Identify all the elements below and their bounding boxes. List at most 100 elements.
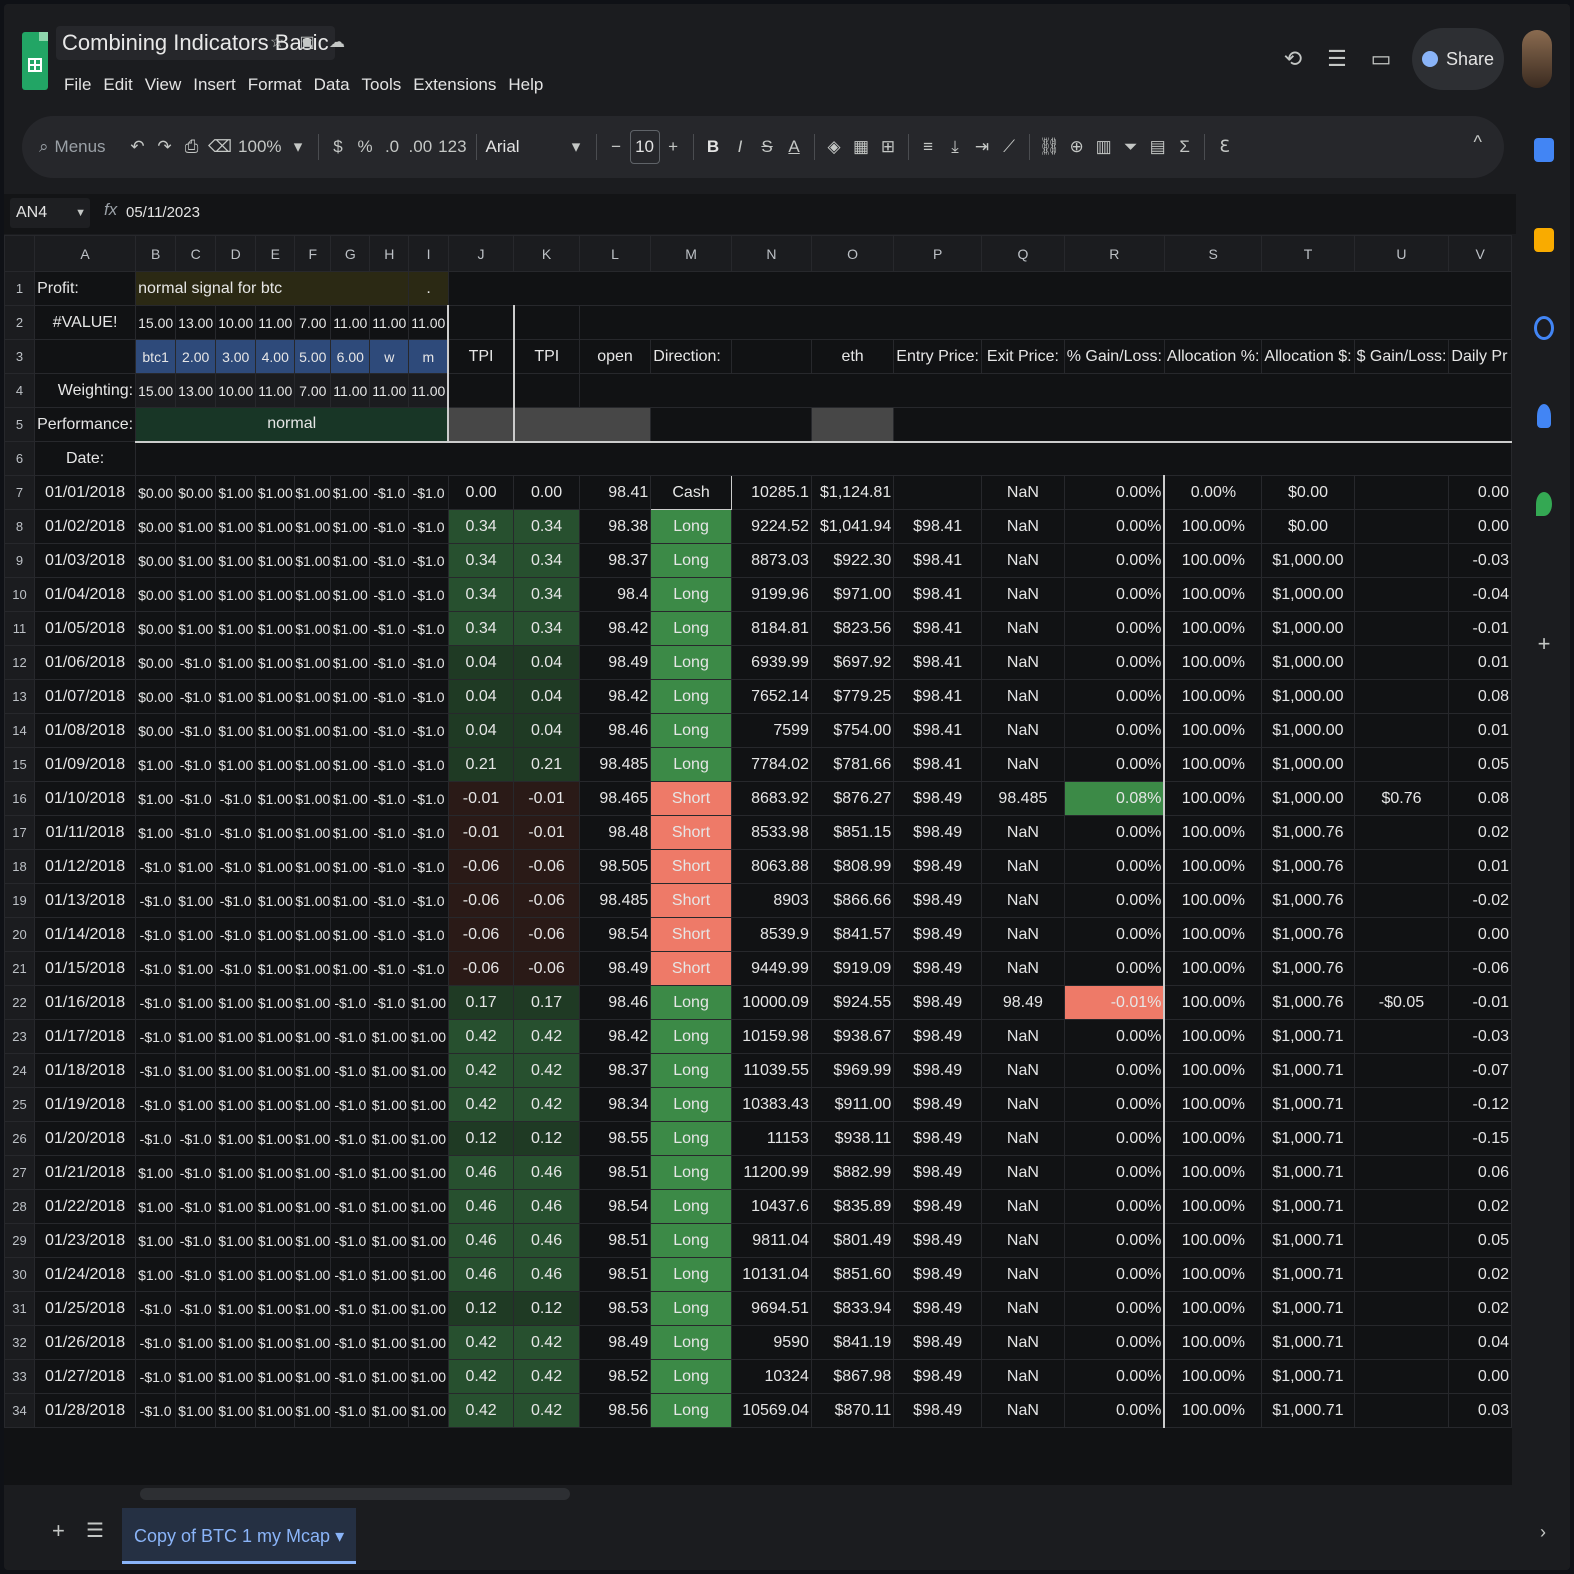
date-cell[interactable]: 01/22/2018: [34, 1189, 137, 1224]
eth-price-cell[interactable]: $938.67: [810, 1019, 895, 1054]
tpi-cell[interactable]: -0.01: [447, 781, 515, 816]
eth-price-cell[interactable]: $851.15: [810, 815, 895, 850]
row-header[interactable]: 10: [4, 577, 36, 612]
cell-weight[interactable]: 11.00: [255, 373, 296, 408]
column-header-k[interactable]: K: [513, 235, 580, 272]
gain-loss-usd-cell[interactable]: [1353, 1223, 1450, 1258]
open-cell[interactable]: 98.485: [578, 747, 652, 782]
signal-cell[interactable]: $1.00: [255, 1087, 296, 1122]
signal-cell[interactable]: -$1.0: [330, 1087, 371, 1122]
allocation-usd-cell[interactable]: $1,000.00: [1261, 679, 1355, 714]
exit-price-cell[interactable]: NaN: [981, 611, 1065, 646]
percent-format-button[interactable]: %: [352, 132, 379, 162]
column-header-u[interactable]: U: [1353, 235, 1450, 272]
btc-price-cell[interactable]: 10159.98: [730, 1019, 812, 1054]
menu-extensions[interactable]: Extensions: [407, 72, 502, 98]
menu-file[interactable]: File: [58, 72, 97, 98]
tpi-cell[interactable]: -0.06: [513, 849, 580, 884]
allocation-usd-cell[interactable]: $1,000.00: [1261, 747, 1355, 782]
gain-loss-pct-cell[interactable]: 0.00%: [1063, 1325, 1166, 1360]
signal-cell[interactable]: $1.00: [369, 1291, 410, 1326]
gain-loss-pct-cell[interactable]: 0.08%: [1063, 781, 1166, 816]
signal-cell[interactable]: $1.00: [255, 917, 296, 952]
font-size-increase-button[interactable]: +: [660, 132, 687, 162]
allocation-pct-cell[interactable]: 100.00%: [1163, 713, 1263, 748]
exit-price-cell[interactable]: NaN: [981, 815, 1065, 850]
direction-cell[interactable]: Long: [650, 985, 732, 1020]
entry-price-cell[interactable]: $98.41: [893, 713, 983, 748]
open-cell[interactable]: 98.4: [578, 577, 652, 612]
signal-cell[interactable]: $1.00: [255, 645, 296, 680]
tpi-cell[interactable]: -0.06: [447, 883, 515, 918]
direction-cell[interactable]: Long: [650, 1189, 732, 1224]
date-cell[interactable]: 01/26/2018: [34, 1325, 137, 1360]
date-cell[interactable]: 01/11/2018: [34, 815, 137, 850]
allocation-usd-header[interactable]: Allocation $:: [1261, 339, 1355, 374]
open-cell[interactable]: 98.55: [578, 1121, 652, 1156]
signal-cell[interactable]: -$1.0: [369, 679, 410, 714]
direction-cell[interactable]: Short: [650, 781, 732, 816]
signal-cell[interactable]: $1.00: [330, 883, 371, 918]
signal-cell[interactable]: $1.00: [294, 1087, 332, 1122]
signal-cell[interactable]: -$1.0: [135, 1019, 177, 1054]
btc-price-cell[interactable]: 11153: [730, 1121, 812, 1156]
gain-loss-pct-header[interactable]: % Gain/Loss:: [1063, 339, 1165, 374]
allocation-usd-cell[interactable]: $1,000.71: [1261, 1325, 1355, 1360]
btc-price-cell[interactable]: 8184.81: [730, 611, 812, 646]
signal-cell[interactable]: -$1.0: [215, 781, 257, 816]
tpi-cell[interactable]: 0.42: [513, 1087, 580, 1122]
signal-cell[interactable]: -$1.0: [369, 781, 410, 816]
date-cell[interactable]: 01/10/2018: [34, 781, 137, 816]
btc-price-cell[interactable]: 9449.99: [730, 951, 812, 986]
allocation-pct-cell[interactable]: 100.00%: [1163, 951, 1263, 986]
entry-price-cell[interactable]: $98.49: [893, 1257, 983, 1292]
eth-price-cell[interactable]: $808.99: [810, 849, 895, 884]
date-cell[interactable]: 01/14/2018: [34, 917, 137, 952]
cell-signal-label[interactable]: 2.00: [175, 339, 217, 374]
functions-icon[interactable]: Σ: [1171, 132, 1198, 162]
signal-cell[interactable]: -$1.0: [369, 951, 410, 986]
btc-price-cell[interactable]: 7652.14: [730, 679, 812, 714]
cell-signal-label[interactable]: btc1: [135, 339, 177, 374]
exit-price-cell[interactable]: NaN: [981, 1155, 1065, 1190]
meet-icon[interactable]: ▭: [1368, 46, 1394, 72]
row-header[interactable]: 24: [4, 1053, 36, 1088]
exit-price-cell[interactable]: NaN: [981, 1359, 1065, 1394]
tpi-cell[interactable]: 0.12: [513, 1121, 580, 1156]
open-cell[interactable]: 98.505: [578, 849, 652, 884]
horizontal-align-icon[interactable]: ≡: [915, 132, 942, 162]
exit-price-cell[interactable]: NaN: [981, 713, 1065, 748]
tpi-cell[interactable]: 0.34: [513, 577, 580, 612]
direction-cell[interactable]: Long: [650, 1291, 732, 1326]
btc-price-cell[interactable]: 8539.9: [730, 917, 812, 952]
star-icon[interactable]: ☆: [268, 34, 286, 52]
signal-cell[interactable]: $1.00: [255, 611, 296, 646]
signal-cell[interactable]: -$1.0: [369, 543, 410, 578]
date-cell[interactable]: 01/01/2018: [34, 475, 137, 510]
signal-cell[interactable]: $1.00: [294, 645, 332, 680]
allocation-usd-cell[interactable]: $1,000.00: [1261, 577, 1355, 612]
input-tools-icon[interactable]: ℇ: [1211, 132, 1238, 162]
cell-a3[interactable]: [34, 339, 137, 374]
allocation-pct-cell[interactable]: 100.00%: [1163, 781, 1263, 816]
gain-loss-pct-cell[interactable]: 0.00%: [1063, 917, 1166, 952]
gain-loss-pct-cell[interactable]: 0.00%: [1063, 1053, 1166, 1088]
allocation-pct-cell[interactable]: 100.00%: [1163, 577, 1263, 612]
signal-cell[interactable]: $1.00: [294, 1053, 332, 1088]
tpi-cell[interactable]: -0.06: [447, 951, 515, 986]
signal-cell[interactable]: -$1.0: [408, 679, 449, 714]
tpi-cell[interactable]: -0.06: [447, 849, 515, 884]
signal-cell[interactable]: -$1.0: [369, 509, 410, 544]
signal-cell[interactable]: $1.00: [330, 645, 371, 680]
signal-cell[interactable]: $1.00: [330, 747, 371, 782]
signal-cell[interactable]: $1.00: [255, 883, 296, 918]
gain-loss-usd-cell[interactable]: [1353, 1291, 1450, 1326]
row-header[interactable]: 25: [4, 1087, 36, 1122]
gain-loss-usd-cell[interactable]: [1353, 1189, 1450, 1224]
btc-price-cell[interactable]: 10437.6: [730, 1189, 812, 1224]
signal-cell[interactable]: -$1.0: [135, 1053, 177, 1088]
signal-cell[interactable]: -$1.0: [135, 1325, 177, 1360]
allocation-usd-cell[interactable]: $1,000.00: [1261, 543, 1355, 578]
signal-cell[interactable]: $1.00: [408, 1019, 449, 1054]
tpi-cell[interactable]: 0.42: [447, 1019, 515, 1054]
